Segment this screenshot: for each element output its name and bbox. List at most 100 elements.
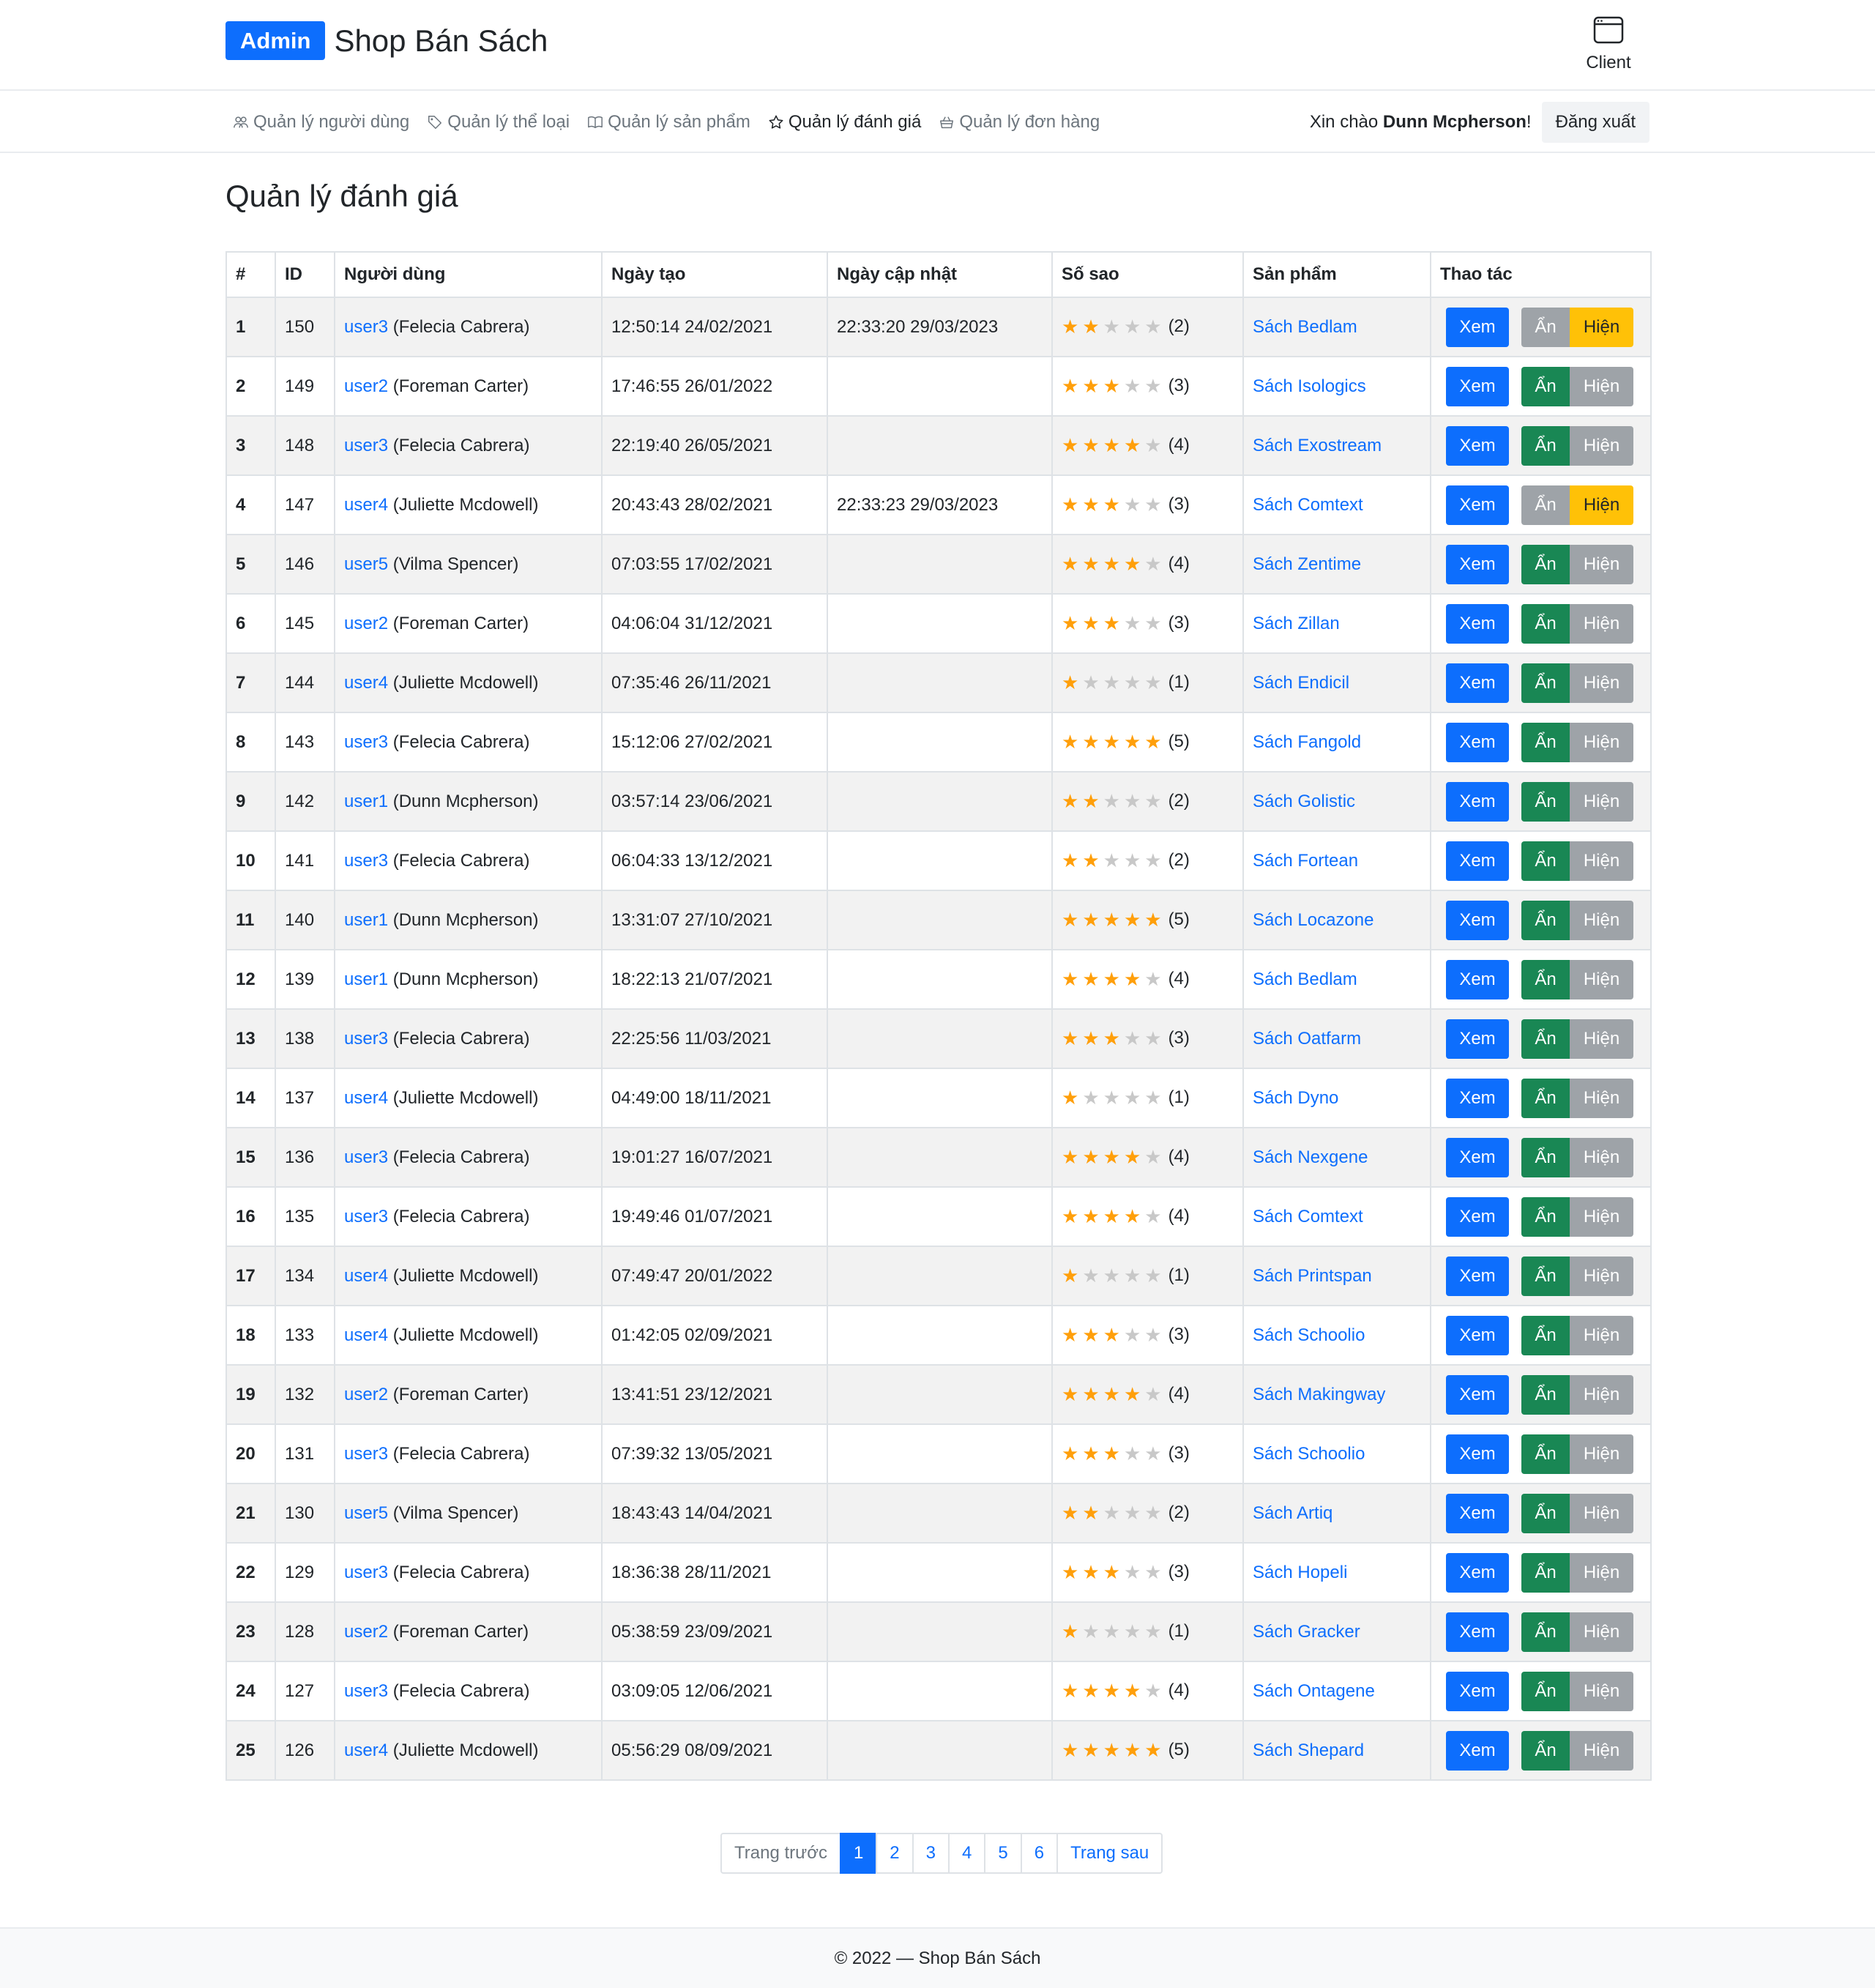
show-button[interactable]: Hiện: [1570, 1137, 1633, 1177]
nav-item-1[interactable]: Quản lý người dùng: [233, 112, 409, 133]
user-link[interactable]: user4: [344, 1741, 388, 1760]
view-button[interactable]: Xem: [1446, 663, 1509, 703]
view-button[interactable]: Xem: [1446, 603, 1509, 644]
product-link[interactable]: Sách Fortean: [1253, 851, 1358, 871]
user-link[interactable]: user2: [344, 376, 388, 396]
view-button[interactable]: Xem: [1446, 841, 1509, 881]
show-button[interactable]: Hiện: [1570, 1315, 1633, 1355]
show-button[interactable]: Hiện: [1570, 1552, 1633, 1593]
hide-button[interactable]: Ẩn: [1521, 1196, 1570, 1237]
hide-button[interactable]: Ẩn: [1521, 485, 1570, 525]
client-link[interactable]: Client: [1578, 16, 1639, 73]
show-button[interactable]: Hiện: [1570, 1019, 1633, 1059]
view-button[interactable]: Xem: [1446, 1078, 1509, 1118]
hide-button[interactable]: Ẩn: [1521, 1612, 1570, 1652]
hide-button[interactable]: Ẩn: [1521, 366, 1570, 406]
next-page-button[interactable]: Trang sau: [1056, 1833, 1163, 1874]
show-button[interactable]: Hiện: [1570, 425, 1633, 466]
user-link[interactable]: user3: [344, 732, 388, 752]
view-button[interactable]: Xem: [1446, 366, 1509, 406]
hide-button[interactable]: Ẩn: [1521, 1315, 1570, 1355]
product-link[interactable]: Sách Dyno: [1253, 1088, 1338, 1108]
view-button[interactable]: Xem: [1446, 722, 1509, 762]
nav-item-3[interactable]: Quản lý sản phẩm: [587, 112, 750, 133]
view-button[interactable]: Xem: [1446, 900, 1509, 940]
user-link[interactable]: user3: [344, 1207, 388, 1226]
user-link[interactable]: user4: [344, 673, 388, 693]
nav-item-2[interactable]: Quản lý thể loại: [427, 112, 570, 133]
user-link[interactable]: user3: [344, 851, 388, 871]
view-button[interactable]: Xem: [1446, 1671, 1509, 1711]
product-link[interactable]: Sách Ontagene: [1253, 1681, 1375, 1701]
page-5-button[interactable]: 5: [984, 1833, 1022, 1874]
hide-button[interactable]: Ẩn: [1521, 841, 1570, 881]
product-link[interactable]: Sách Isologics: [1253, 376, 1366, 396]
product-link[interactable]: Sách Exostream: [1253, 436, 1382, 455]
show-button[interactable]: Hiện: [1570, 1730, 1633, 1771]
product-link[interactable]: Sách Hopeli: [1253, 1563, 1347, 1582]
show-button[interactable]: Hiện: [1570, 722, 1633, 762]
view-button[interactable]: Xem: [1446, 1019, 1509, 1059]
view-button[interactable]: Xem: [1446, 1315, 1509, 1355]
show-button[interactable]: Hiện: [1570, 663, 1633, 703]
user-link[interactable]: user3: [344, 317, 388, 337]
show-button[interactable]: Hiện: [1570, 1256, 1633, 1296]
view-button[interactable]: Xem: [1446, 544, 1509, 584]
hide-button[interactable]: Ẩn: [1521, 1730, 1570, 1771]
hide-button[interactable]: Ẩn: [1521, 1671, 1570, 1711]
hide-button[interactable]: Ẩn: [1521, 722, 1570, 762]
product-link[interactable]: Sách Schoolio: [1253, 1325, 1365, 1345]
user-link[interactable]: user4: [344, 495, 388, 515]
hide-button[interactable]: Ẩn: [1521, 603, 1570, 644]
page-4-button[interactable]: 4: [948, 1833, 986, 1874]
show-button[interactable]: Hiện: [1570, 544, 1633, 584]
view-button[interactable]: Xem: [1446, 425, 1509, 466]
product-link[interactable]: Sách Bedlam: [1253, 969, 1357, 989]
product-link[interactable]: Sách Golistic: [1253, 792, 1355, 811]
hide-button[interactable]: Ẩn: [1521, 307, 1570, 347]
view-button[interactable]: Xem: [1446, 1137, 1509, 1177]
product-link[interactable]: Sách Printspan: [1253, 1266, 1372, 1286]
hide-button[interactable]: Ẩn: [1521, 1493, 1570, 1533]
show-button[interactable]: Hiện: [1570, 1434, 1633, 1474]
show-button[interactable]: Hiện: [1570, 1078, 1633, 1118]
show-button[interactable]: Hiện: [1570, 1374, 1633, 1415]
user-link[interactable]: user1: [344, 969, 388, 989]
show-button[interactable]: Hiện: [1570, 1671, 1633, 1711]
hide-button[interactable]: Ẩn: [1521, 544, 1570, 584]
show-button[interactable]: Hiện: [1570, 603, 1633, 644]
user-link[interactable]: user3: [344, 1681, 388, 1701]
product-link[interactable]: Sách Artiq: [1253, 1503, 1332, 1523]
hide-button[interactable]: Ẩn: [1521, 900, 1570, 940]
view-button[interactable]: Xem: [1446, 1552, 1509, 1593]
user-link[interactable]: user4: [344, 1266, 388, 1286]
prev-page-button[interactable]: Trang trước: [720, 1833, 841, 1874]
nav-item-5[interactable]: Quản lý đơn hàng: [939, 112, 1100, 133]
show-button[interactable]: Hiện: [1570, 959, 1633, 999]
page-3-button[interactable]: 3: [912, 1833, 950, 1874]
product-link[interactable]: Sách Schoolio: [1253, 1444, 1365, 1464]
hide-button[interactable]: Ẩn: [1521, 1374, 1570, 1415]
show-button[interactable]: Hiện: [1570, 1196, 1633, 1237]
user-link[interactable]: user2: [344, 1622, 388, 1642]
product-link[interactable]: Sách Shepard: [1253, 1741, 1364, 1760]
view-button[interactable]: Xem: [1446, 1612, 1509, 1652]
nav-item-4[interactable]: Quản lý đánh giá: [768, 112, 921, 133]
view-button[interactable]: Xem: [1446, 1196, 1509, 1237]
hide-button[interactable]: Ẩn: [1521, 1256, 1570, 1296]
show-button[interactable]: Hiện: [1570, 1493, 1633, 1533]
user-link[interactable]: user3: [344, 436, 388, 455]
hide-button[interactable]: Ẩn: [1521, 781, 1570, 822]
view-button[interactable]: Xem: [1446, 781, 1509, 822]
product-link[interactable]: Sách Endicil: [1253, 673, 1349, 693]
hide-button[interactable]: Ẩn: [1521, 425, 1570, 466]
show-button[interactable]: Hiện: [1570, 485, 1633, 525]
product-link[interactable]: Sách Nexgene: [1253, 1147, 1368, 1167]
logout-button[interactable]: Đăng xuất: [1541, 102, 1650, 143]
user-link[interactable]: user3: [344, 1147, 388, 1167]
show-button[interactable]: Hiện: [1570, 781, 1633, 822]
page-6-button[interactable]: 6: [1020, 1833, 1059, 1874]
user-link[interactable]: user1: [344, 910, 388, 930]
hide-button[interactable]: Ẩn: [1521, 1078, 1570, 1118]
hide-button[interactable]: Ẩn: [1521, 1019, 1570, 1059]
